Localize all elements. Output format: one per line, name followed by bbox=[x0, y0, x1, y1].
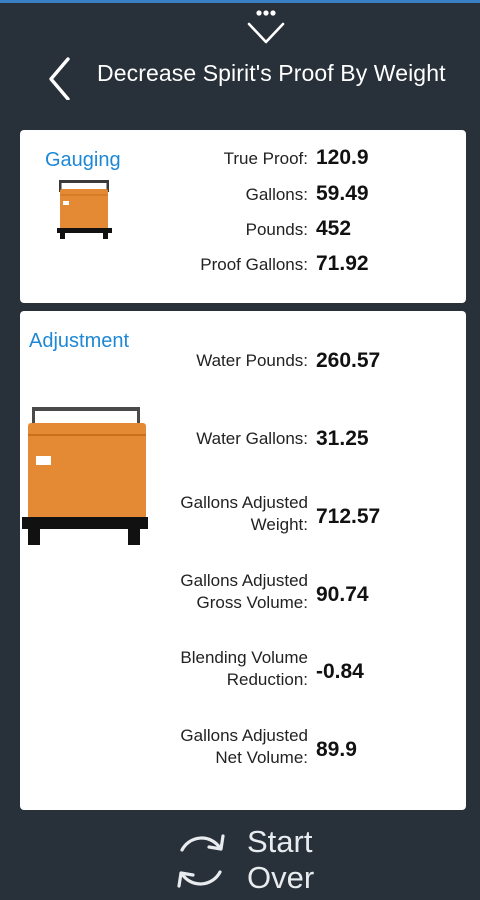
adjustment-value: 90.74 bbox=[316, 583, 369, 606]
gauging-title: Gauging bbox=[45, 149, 121, 171]
back-button[interactable] bbox=[40, 52, 80, 101]
adjustment-value: -0.84 bbox=[316, 660, 364, 683]
start-over-label: Start Over bbox=[247, 824, 314, 896]
overflow-menu-button[interactable] bbox=[238, 6, 294, 48]
gauging-value: 452 bbox=[316, 217, 352, 240]
top-accent-bar bbox=[0, 0, 480, 3]
adjustment-value: 89.9 bbox=[316, 738, 357, 761]
more-dots-chevron-icon bbox=[247, 10, 285, 44]
gauging-label: Pounds: bbox=[245, 220, 308, 239]
refresh-icon bbox=[177, 834, 225, 888]
adjustment-label-line2: Reduction: bbox=[226, 670, 308, 689]
adjustment-value: 712.57 bbox=[316, 505, 381, 528]
gauging-value: 71.92 bbox=[316, 252, 369, 275]
adjustment-card: Adjustment Water Pounds: 260.57 Water Ga… bbox=[20, 311, 466, 810]
gauging-card: Gauging True Proof: 120.9 Gallons: 59.49… bbox=[20, 130, 466, 303]
start-over-line2: Over bbox=[247, 860, 315, 895]
adjustment-label: Water Pounds: bbox=[196, 351, 308, 370]
adjustment-label-line2: Gross Volume: bbox=[196, 593, 309, 612]
start-over-line1: Start bbox=[247, 824, 313, 859]
gauging-value: 59.49 bbox=[316, 182, 369, 205]
adjustment-label-line2: Weight: bbox=[250, 515, 308, 534]
start-over-button[interactable]: Start Over bbox=[168, 822, 348, 896]
tote-container-icon bbox=[56, 178, 114, 247]
chevron-left-icon bbox=[49, 57, 70, 101]
gauging-value: 120.9 bbox=[316, 146, 369, 169]
gauging-label: Proof Gallons: bbox=[200, 255, 308, 274]
adjustment-value: 31.25 bbox=[316, 427, 369, 450]
adjustment-label-line1: Blending Volume bbox=[180, 648, 308, 667]
adjustment-label-line2: Net Volume: bbox=[215, 748, 308, 767]
tote-container-icon bbox=[22, 405, 150, 554]
adjustment-label-line1: Gallons Adjusted bbox=[180, 571, 308, 590]
gauging-label: True Proof: bbox=[223, 149, 308, 168]
adjustment-label-line1: Gallons Adjusted bbox=[180, 726, 308, 745]
adjustment-value: 260.57 bbox=[316, 349, 381, 372]
page-title: Decrease Spirit's Proof By Weight bbox=[97, 60, 446, 86]
adjustment-label-line1: Gallons Adjusted bbox=[180, 493, 308, 512]
app-header: Decrease Spirit's Proof By Weight bbox=[0, 48, 480, 104]
adjustment-title: Adjustment bbox=[29, 330, 130, 352]
gauging-label: Gallons: bbox=[245, 185, 308, 204]
adjustment-label: Water Gallons: bbox=[196, 429, 308, 448]
